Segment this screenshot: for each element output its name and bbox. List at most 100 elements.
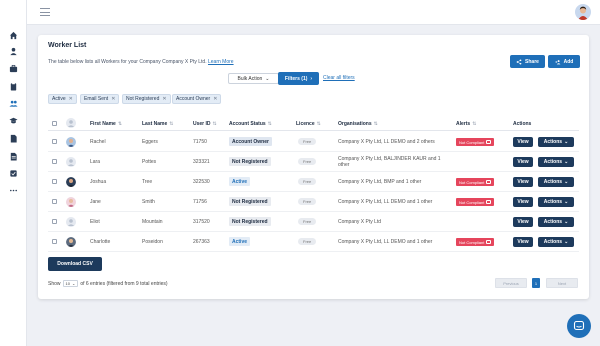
- clear-filters-link[interactable]: Clear all filters: [323, 75, 355, 81]
- col-last-name[interactable]: Last Name ⇅: [142, 121, 174, 127]
- close-icon[interactable]: ✕: [111, 96, 115, 102]
- chevron-down-icon: ⌄: [564, 179, 569, 185]
- chevron-down-icon: ⌄: [564, 139, 569, 145]
- filter-chip[interactable]: Email Sent ✕: [80, 94, 120, 104]
- document-icon[interactable]: [9, 152, 18, 161]
- page-size-value: 10: [65, 281, 70, 286]
- cell-organisations: Company X Pty Ltd: [338, 219, 382, 225]
- hamburger-icon[interactable]: [40, 8, 50, 16]
- col-actions: Actions: [513, 121, 531, 127]
- alert-label: Not Compliant: [459, 139, 485, 145]
- chevron-down-icon: ⌄: [564, 239, 569, 245]
- external-link-icon: [486, 180, 492, 184]
- user-avatar[interactable]: [575, 4, 591, 20]
- actions-button[interactable]: Actions ⌄: [538, 217, 574, 227]
- row-checkbox[interactable]: [52, 239, 57, 244]
- col-organisations[interactable]: Organisations ⇅: [338, 121, 378, 127]
- col-first-name[interactable]: First Name ⇅: [90, 121, 122, 127]
- sort-icon: ⇅: [267, 121, 272, 127]
- row-checkbox[interactable]: [52, 179, 57, 184]
- placeholder-avatar-icon: [66, 118, 76, 128]
- table-row: Jane Smith 71756 Not Registered Free Com…: [48, 192, 579, 212]
- table-header: First Name ⇅ Last Name ⇅ User ID ⇅ Account …: [48, 117, 579, 130]
- page-size-select[interactable]: 10 ⌄: [62, 280, 79, 287]
- alert-badge[interactable]: Not Compliant: [456, 138, 495, 146]
- home-icon[interactable]: [9, 31, 18, 40]
- cell-user-id: 71756: [193, 199, 207, 205]
- more-icon[interactable]: [9, 186, 18, 195]
- filter-chip[interactable]: Account Owner ✕: [172, 94, 222, 104]
- add-button[interactable]: Add: [548, 55, 580, 68]
- col-alerts[interactable]: Alerts ⇅: [456, 121, 476, 127]
- row-checkbox[interactable]: [52, 219, 57, 224]
- learn-more-link[interactable]: Learn More: [208, 59, 234, 65]
- previous-page-button[interactable]: Previous: [495, 278, 527, 288]
- licence-badge: Free: [298, 158, 317, 165]
- external-link-icon: [486, 140, 492, 144]
- user-icon[interactable]: [9, 47, 18, 56]
- chat-button[interactable]: [567, 314, 591, 338]
- view-button[interactable]: View: [513, 157, 533, 167]
- actions-button[interactable]: Actions ⌄: [538, 137, 574, 147]
- actions-button[interactable]: Actions ⌄: [538, 157, 574, 167]
- col-label: Actions: [513, 121, 532, 127]
- view-button[interactable]: View: [513, 217, 533, 227]
- actions-label: Actions: [543, 159, 563, 165]
- view-button[interactable]: View: [513, 237, 533, 247]
- cell-last-name: Pottes: [142, 159, 157, 165]
- filter-chip[interactable]: Not Registered ✕: [122, 94, 171, 104]
- alert-badge[interactable]: Not Compliant: [456, 238, 495, 246]
- filter-chip[interactable]: Active ✕: [48, 94, 77, 104]
- row-checkbox[interactable]: [52, 199, 57, 204]
- checklist-icon[interactable]: [9, 169, 18, 178]
- actions-button[interactable]: Actions ⌄: [538, 197, 574, 207]
- alert-badge[interactable]: Not Compliant: [456, 198, 495, 206]
- table-row: Charlotte Poseidon 267363 Active Free Co…: [48, 232, 579, 252]
- status-badge: Active: [229, 177, 251, 186]
- users-icon[interactable]: [9, 99, 18, 108]
- close-icon[interactable]: ✕: [69, 96, 73, 102]
- cell-organisations: Company X Pty Ltd, LL DEMO and 2 others: [338, 139, 435, 145]
- col-label: Organisations: [338, 121, 372, 127]
- avatar: [66, 217, 76, 227]
- page-number-button[interactable]: 1: [532, 278, 540, 288]
- col-user-id[interactable]: User ID ⇅: [193, 121, 217, 127]
- row-checkbox[interactable]: [52, 159, 57, 164]
- col-label: Alerts: [456, 121, 471, 127]
- share-button[interactable]: Share: [510, 55, 545, 68]
- actions-button[interactable]: Actions ⌄: [538, 237, 574, 247]
- bulk-action-select[interactable]: Bulk Action ⌄: [228, 73, 279, 84]
- col-licence[interactable]: Licence ⇅: [296, 121, 321, 127]
- alert-label: Not Compliant: [459, 179, 485, 185]
- description-text: The table below lists all Workers for yo…: [48, 59, 207, 65]
- clipboard-icon[interactable]: [9, 82, 18, 91]
- avatar: [66, 157, 76, 167]
- briefcase-icon[interactable]: [9, 64, 18, 73]
- select-all-checkbox[interactable]: [52, 121, 57, 126]
- close-icon[interactable]: ✕: [162, 96, 166, 102]
- cell-first-name: Eliot: [90, 219, 100, 225]
- download-csv-button[interactable]: Download CSV: [48, 257, 102, 271]
- cell-user-id: 322530: [193, 179, 210, 185]
- table-row: Eliot Mountain 317520 Not Registered Fre…: [48, 212, 579, 232]
- file-icon[interactable]: [9, 134, 18, 143]
- worker-list-card: Worker List The table below lists all Wo…: [38, 35, 589, 299]
- actions-button[interactable]: Actions ⌄: [538, 177, 574, 187]
- status-badge: Account Owner: [229, 137, 272, 146]
- page-title: Worker List: [48, 42, 87, 49]
- chip-label: Active: [52, 96, 66, 102]
- col-account-status[interactable]: Account Status ⇅: [229, 121, 272, 127]
- alert-badge[interactable]: Not Compliant: [456, 178, 495, 186]
- cell-last-name: Tree: [142, 179, 153, 185]
- view-button[interactable]: View: [513, 197, 533, 207]
- row-checkbox[interactable]: [52, 139, 57, 144]
- view-button[interactable]: View: [513, 137, 533, 147]
- view-button[interactable]: View: [513, 177, 533, 187]
- graduation-cap-icon[interactable]: [9, 116, 18, 125]
- external-link-icon: [486, 240, 492, 244]
- close-icon[interactable]: ✕: [213, 96, 217, 102]
- cell-user-id: 317520: [193, 219, 210, 225]
- next-page-button[interactable]: Next: [546, 278, 578, 288]
- cell-last-name: Smith: [142, 199, 155, 205]
- filters-button[interactable]: Filters (1) ›: [278, 72, 319, 85]
